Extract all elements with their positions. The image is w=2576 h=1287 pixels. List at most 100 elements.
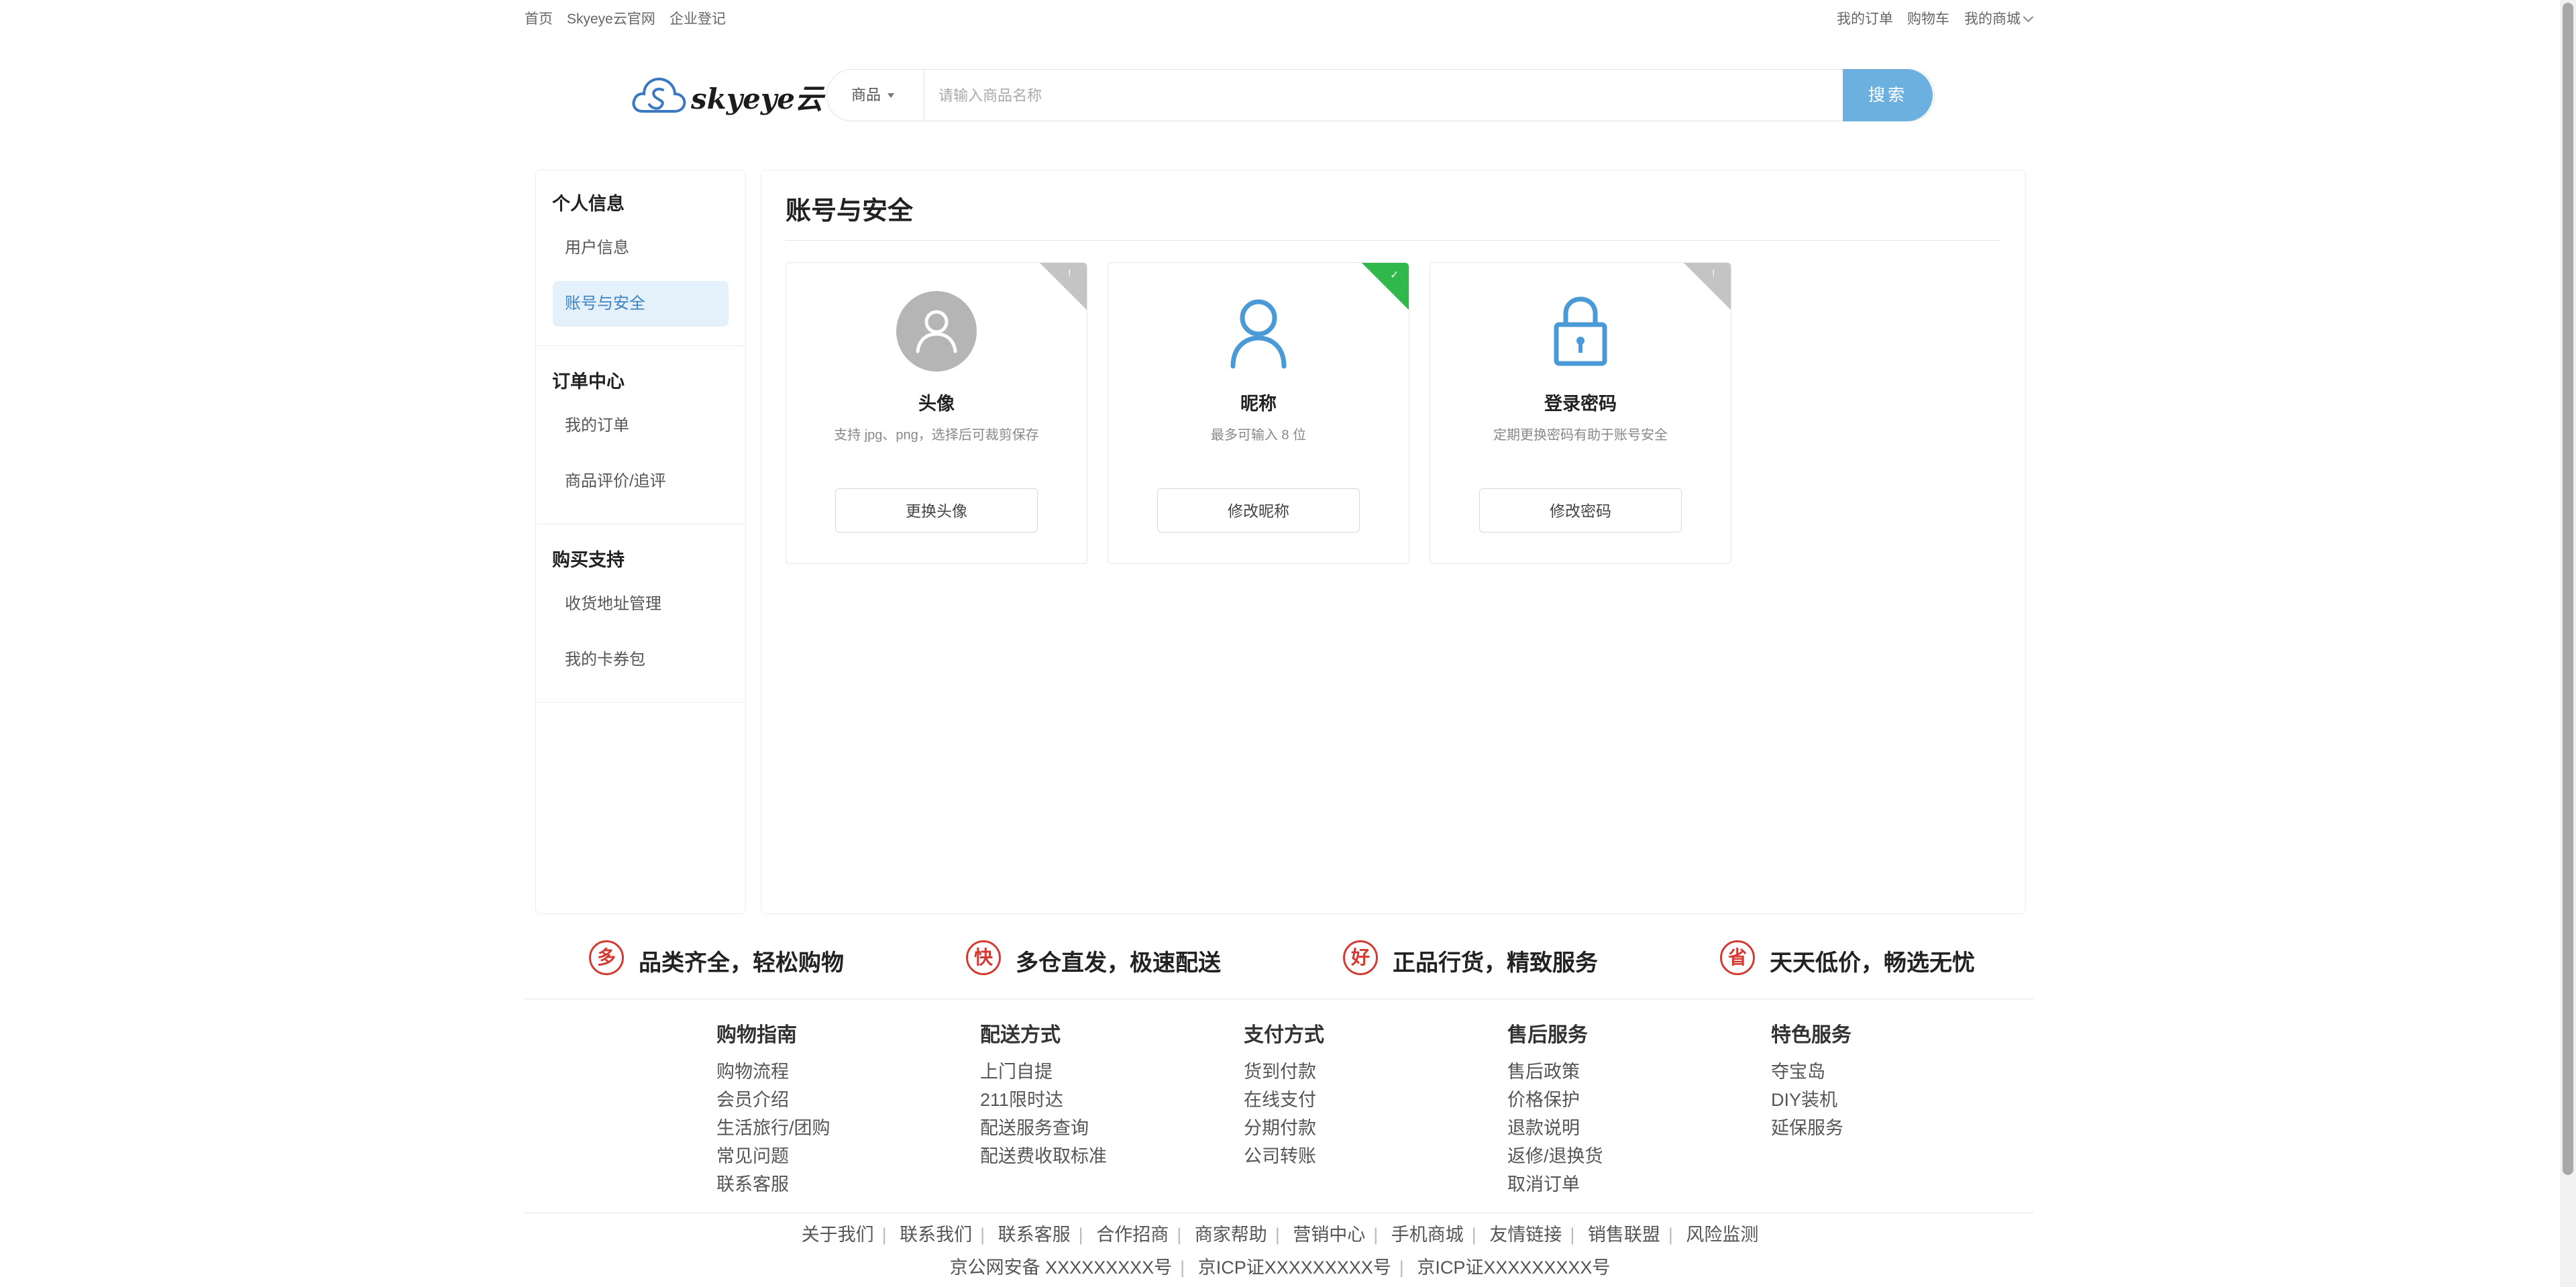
footer-bottom-link[interactable]: 营销中心: [1293, 1225, 1365, 1245]
logo-text: skyeye云: [691, 82, 823, 115]
link-separator: |: [1668, 1225, 1673, 1245]
top-link-my-orders[interactable]: 我的订单: [1837, 8, 1893, 28]
sidebar-item-my-orders[interactable]: 我的订单: [553, 403, 729, 449]
footer-link[interactable]: 购物流程: [716, 1057, 789, 1083]
footer-link[interactable]: 售后政策: [1507, 1057, 1580, 1083]
sidebar-item-reviews[interactable]: 商品评价/追评: [553, 459, 729, 504]
caret-down-icon: [888, 93, 895, 98]
footer-link[interactable]: 货到付款: [1244, 1057, 1316, 1083]
status-mark: !: [1712, 268, 1715, 280]
sidebar-divider: [537, 702, 745, 703]
status-corner: !: [1040, 263, 1087, 310]
card-title: 登录密码: [1544, 394, 1617, 414]
sidebar-group-purchase-support: 购买支持: [552, 550, 625, 570]
top-link-my-mall[interactable]: 我的商城: [1964, 8, 2034, 28]
site-logo[interactable]: skyeye云: [631, 70, 823, 118]
footer-bottom-link[interactable]: 联系客服: [998, 1225, 1071, 1245]
footer-bottom-link[interactable]: 风险监测: [1686, 1225, 1758, 1245]
feature-text: 正品行货，精致服务: [1393, 950, 1598, 976]
search-category-label: 商品: [851, 87, 881, 103]
footer-link[interactable]: 在线支付: [1244, 1085, 1316, 1111]
footer-bottom-links: 关于我们 | 联系我们 | 联系客服 | 合作招商 | 商家帮助 | 营销中心 | 手机商城…: [0, 1220, 2560, 1246]
footer-link[interactable]: 返修/退换货: [1507, 1141, 1603, 1168]
footer-link[interactable]: 延保服务: [1771, 1113, 1843, 1139]
footer-column-title: 配送方式: [980, 1024, 1061, 1046]
footer-link[interactable]: 生活旅行/团购: [716, 1113, 830, 1139]
feature-badge: 省: [1720, 940, 1755, 975]
license-text: 京ICP证XXXXXXXXX号: [1197, 1257, 1391, 1278]
footer-bottom-link[interactable]: 联系我们: [900, 1225, 972, 1245]
footer-link[interactable]: 常见问题: [716, 1141, 789, 1168]
license-text: 京公网安备 XXXXXXXXX号: [949, 1257, 1173, 1278]
footer-link[interactable]: 会员介绍: [716, 1085, 789, 1111]
feature-badge: 好: [1343, 940, 1378, 975]
feature-badge: 快: [966, 940, 1001, 975]
footer-link[interactable]: 配送费收取标准: [980, 1141, 1107, 1168]
card-description: 最多可输入 8 位: [1210, 428, 1307, 443]
scrollbar-thumb[interactable]: [2563, 3, 2573, 1175]
footer-bottom-link[interactable]: 商家帮助: [1195, 1225, 1267, 1245]
top-link-cart[interactable]: 购物车: [1907, 8, 1949, 28]
link-separator: |: [980, 1225, 985, 1245]
search-box: 商品: [826, 69, 1935, 122]
nickname-card: ✓ 昵称 最多可输入 8 位 修改昵称: [1108, 262, 1409, 564]
footer-bottom-link[interactable]: 友情链接: [1489, 1225, 1562, 1245]
search-button[interactable]: 搜索: [1843, 69, 1933, 121]
link-separator: |: [881, 1225, 887, 1245]
status-corner: !: [1684, 263, 1731, 310]
footer-link[interactable]: 上门自提: [980, 1057, 1053, 1083]
feature-text: 品类齐全，轻松购物: [639, 950, 844, 976]
feature-text: 天天低价，畅选无忧: [1770, 950, 1975, 976]
change-password-button[interactable]: 修改密码: [1479, 488, 1682, 533]
edit-nickname-button[interactable]: 修改昵称: [1157, 488, 1360, 533]
footer-link[interactable]: 夺宝岛: [1771, 1057, 1825, 1083]
footer-link[interactable]: 分期付款: [1244, 1113, 1316, 1139]
footer-link[interactable]: 取消订单: [1507, 1170, 1580, 1196]
footer-link[interactable]: DIY装机: [1771, 1085, 1837, 1111]
cloud-logo-icon: [632, 77, 686, 113]
link-separator: |: [1275, 1225, 1280, 1245]
footer-bottom-link[interactable]: 关于我们: [802, 1225, 874, 1245]
top-link-home[interactable]: 首页: [525, 8, 553, 28]
sidebar-item-coupons[interactable]: 我的卡券包: [553, 637, 729, 683]
link-separator: |: [1078, 1225, 1083, 1245]
footer-column-title: 售后服务: [1507, 1024, 1588, 1046]
sidebar-item-address[interactable]: 收货地址管理: [553, 581, 729, 627]
footer-bottom-link[interactable]: 手机商城: [1391, 1225, 1464, 1245]
my-mall-label: 我的商城: [1964, 11, 2021, 27]
license-text: 京ICP证XXXXXXXXX号: [1417, 1257, 1611, 1278]
footer-link[interactable]: 配送服务查询: [980, 1113, 1089, 1139]
footer-link[interactable]: 价格保护: [1507, 1085, 1580, 1111]
page-title: 账号与安全: [786, 197, 914, 225]
footer-link[interactable]: 211限时达: [980, 1085, 1063, 1111]
change-avatar-button[interactable]: 更换头像: [835, 488, 1038, 533]
status-mark: ✓: [1390, 270, 1399, 281]
sidebar-divider: [537, 345, 745, 346]
footer-column-title: 购物指南: [716, 1024, 797, 1046]
footer-link[interactable]: 联系客服: [716, 1170, 789, 1196]
status-mark: !: [1068, 268, 1071, 280]
sidebar-item-user-info[interactable]: 用户信息: [553, 225, 729, 271]
sidebar-item-account-security[interactable]: 账号与安全: [553, 281, 729, 327]
feature-text: 多仓直发，极速配送: [1016, 950, 1221, 976]
title-divider: [786, 240, 2000, 241]
lock-icon: [1554, 296, 1607, 366]
search-category-select[interactable]: 商品: [851, 70, 895, 121]
footer-bottom-link[interactable]: 销售联盟: [1588, 1225, 1660, 1245]
top-link-official-site[interactable]: Skyeye云官网: [567, 8, 655, 28]
link-separator: |: [1180, 1257, 1185, 1278]
footer-bottom-link[interactable]: 合作招商: [1096, 1225, 1169, 1245]
feature-badge: 多: [589, 940, 624, 975]
footer-link[interactable]: 公司转账: [1244, 1141, 1316, 1168]
link-separator: |: [1471, 1225, 1477, 1245]
page-scrollbar[interactable]: [2560, 0, 2576, 1287]
search-input[interactable]: [937, 70, 1745, 122]
status-corner: ✓: [1362, 263, 1409, 310]
footer-licenses: 京公网安备 XXXXXXXXX号 | 京ICP证XXXXXXXXX号 | 京ICP证…: [0, 1253, 2560, 1279]
footer-column-title: 支付方式: [1244, 1024, 1324, 1046]
footer-link[interactable]: 退款说明: [1507, 1113, 1580, 1139]
top-link-company-register[interactable]: 企业登记: [669, 8, 726, 28]
sidebar-group-orders: 订单中心: [552, 372, 625, 392]
sidebar-group-personal: 个人信息: [552, 194, 625, 214]
card-title: 昵称: [1240, 394, 1277, 414]
